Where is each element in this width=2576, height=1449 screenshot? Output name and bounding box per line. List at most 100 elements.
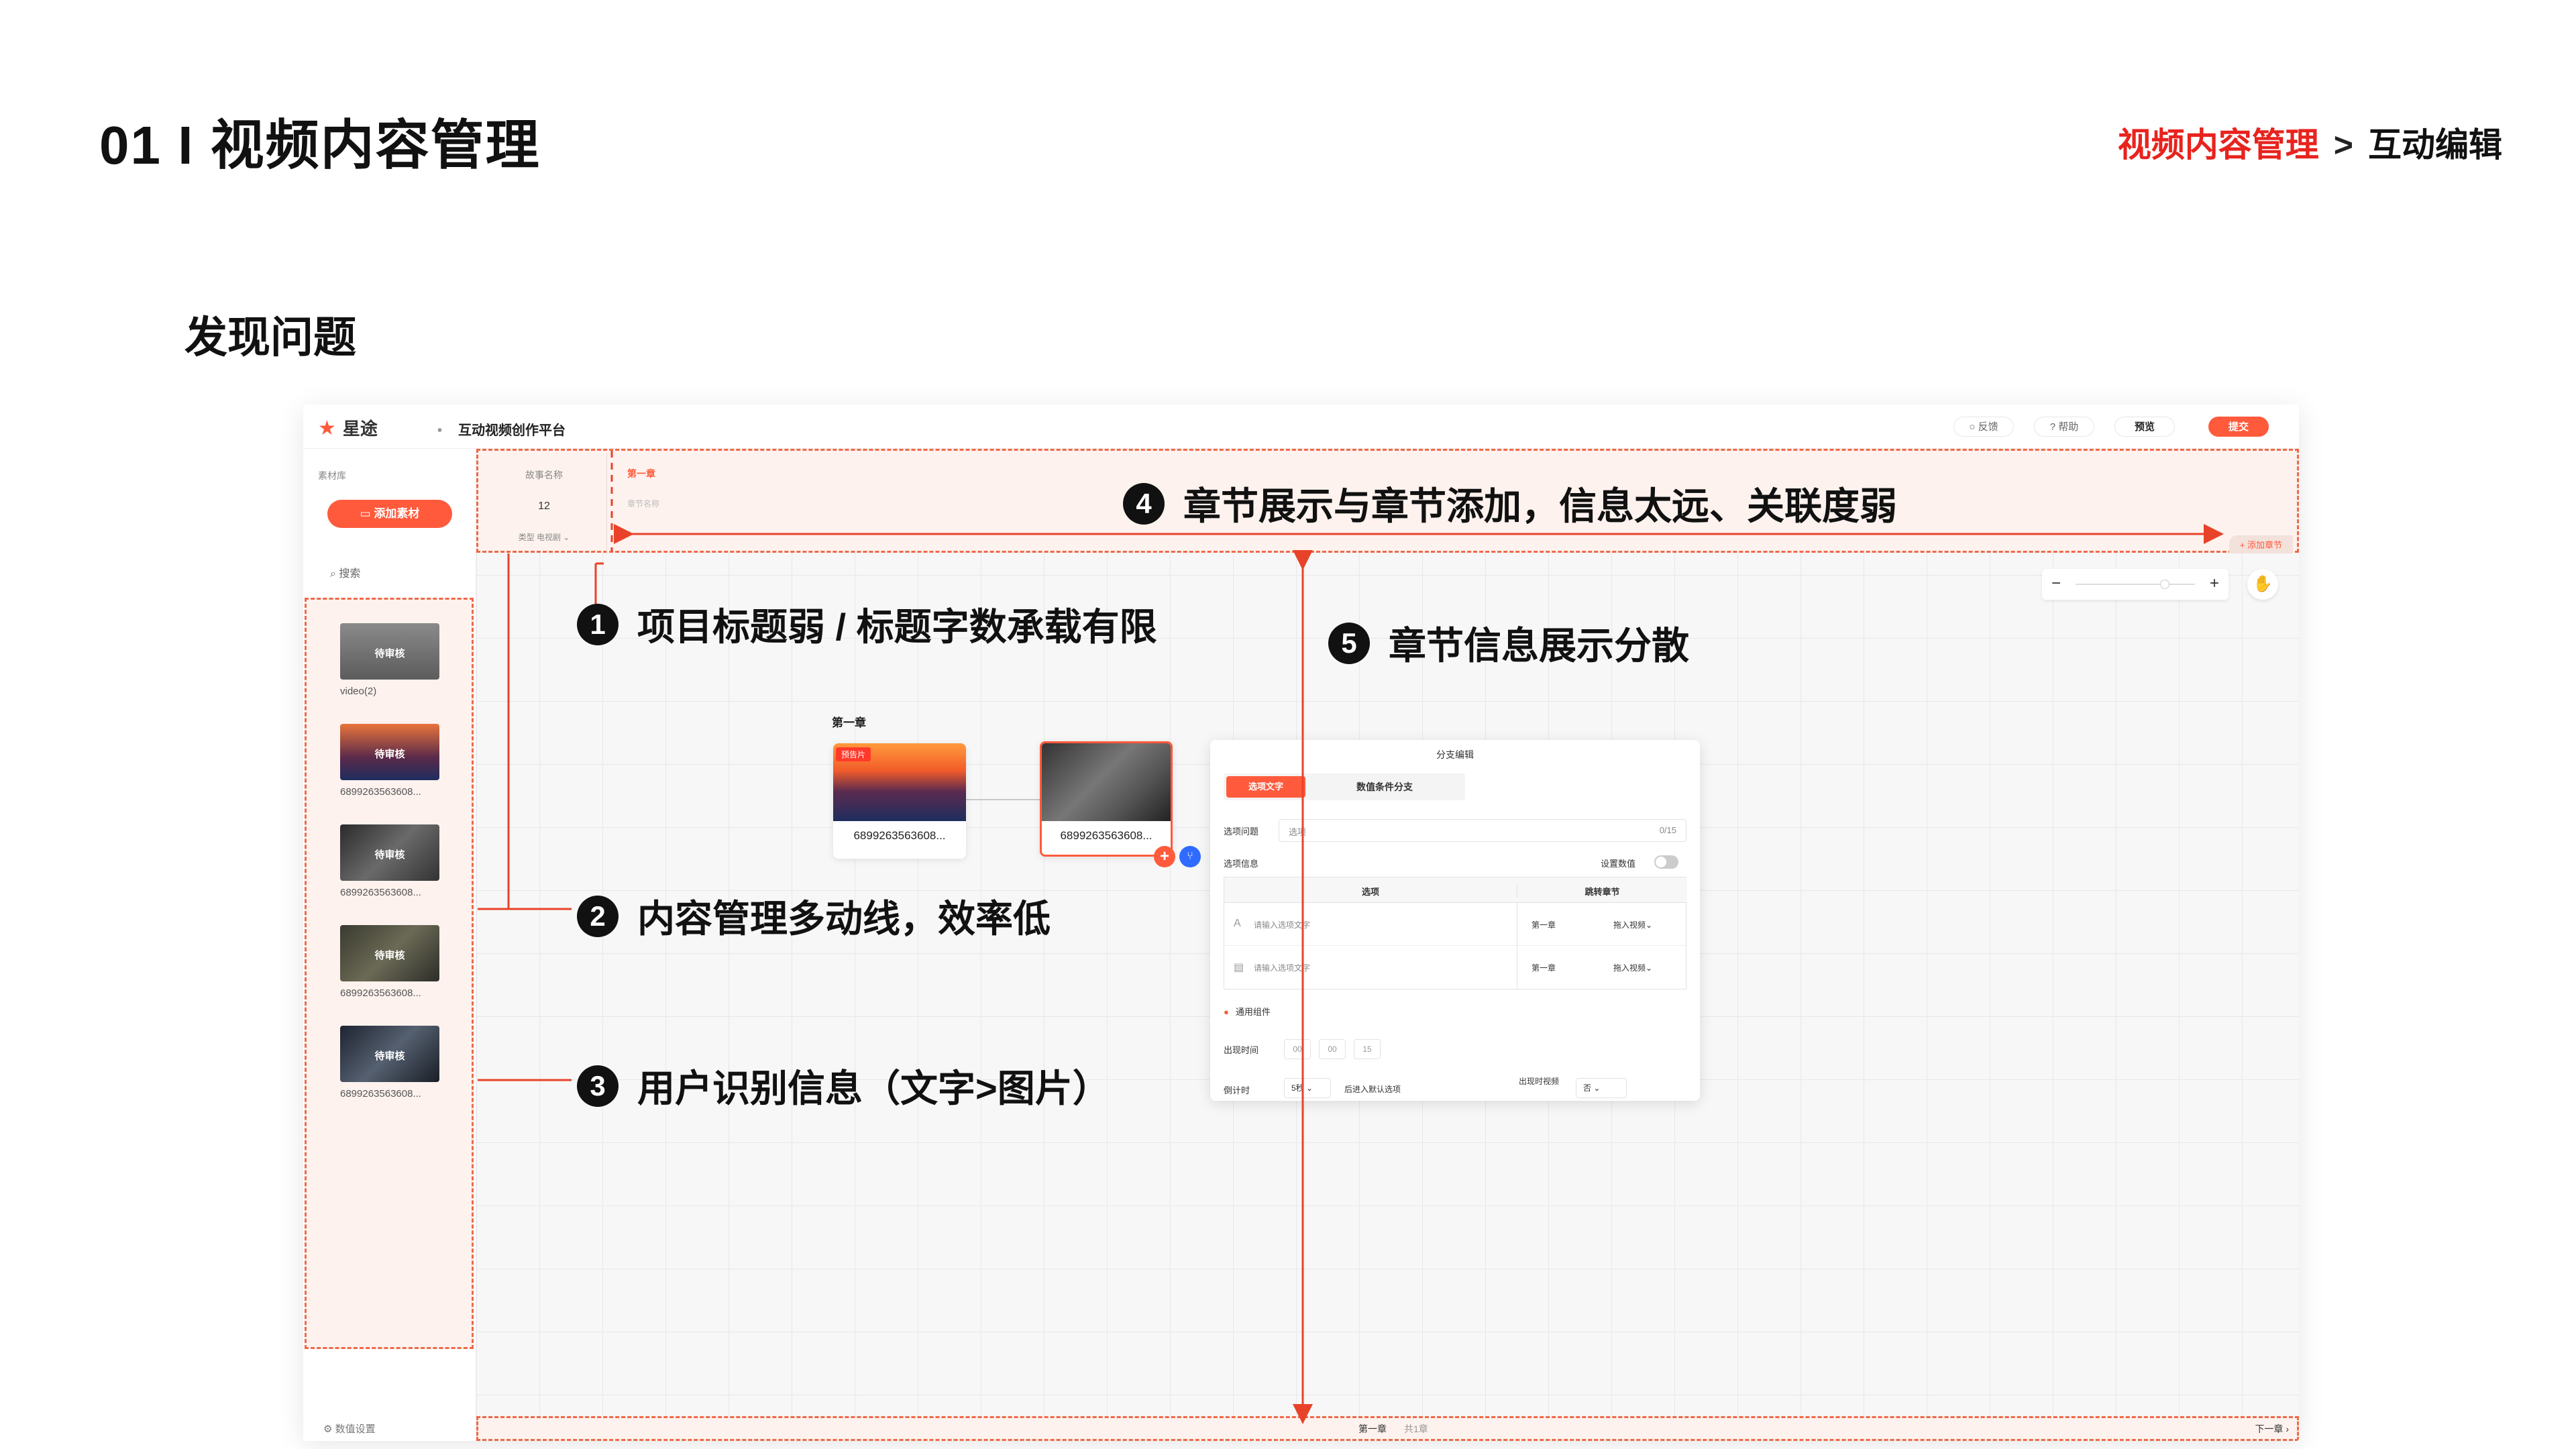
add-material-button[interactable]: ▭ 添加素材 (327, 500, 452, 528)
time-minute-input[interactable]: 00 (1319, 1039, 1346, 1059)
story-type-select[interactable]: 类型 电视剧 ⌄ (481, 531, 607, 543)
star-logo-icon: ★ (318, 417, 336, 439)
option-text-input[interactable]: 请输入选项文字 (1254, 919, 1310, 930)
video-thumbnail (1042, 743, 1171, 821)
current-chapter[interactable]: 第一章 (1358, 1422, 1387, 1436)
appear-video-select[interactable]: 否 ⌄ (1576, 1078, 1627, 1098)
option-table-header: 选项 跳转章节 (1224, 877, 1687, 903)
callout-3: 3 用户识别信息（文字>图片） (577, 1059, 1110, 1113)
add-node-icon[interactable]: + (1154, 846, 1175, 867)
platform-label: 互动视频创作平台 (458, 423, 566, 438)
story-name-label: 故事名称 (525, 470, 563, 480)
callout-text: 用户识别信息（文字>图片） (637, 1067, 1110, 1110)
branch-tabs: 选项文字 数值条件分支 (1224, 773, 1465, 800)
video-node-caption: 6899263563608... (1060, 829, 1152, 842)
jump-chapter-select[interactable]: 第一章 (1532, 962, 1556, 973)
platform-name: • 互动视频创作平台 (437, 419, 566, 439)
preview-button[interactable]: 预览 (2114, 417, 2175, 437)
status-badge: 待审核 (374, 648, 405, 659)
option-text-input[interactable]: 请输入选项文字 (1254, 962, 1310, 973)
search-icon: ⌕ (330, 568, 339, 580)
appear-time-label: 出现时间 (1224, 1045, 1259, 1055)
question-placeholder: 选项 (1289, 827, 1307, 837)
video-node[interactable]: 预告片 6899263563608... (833, 743, 966, 859)
status-badge: 待审核 (374, 849, 405, 861)
callout-4: 4 章节展示与章节添加，信息太远、关联度弱 (1123, 476, 1897, 531)
gear-icon: ⚙ (323, 1424, 335, 1435)
zoom-in-icon[interactable]: + (2210, 574, 2219, 593)
video-node-selected[interactable]: 6899263563608... (1040, 741, 1173, 857)
callout-1: 1 项目标题弱 / 标题字数承载有限 (577, 597, 1157, 651)
countdown-select[interactable]: 5秒 ⌄ (1284, 1078, 1331, 1098)
search-placeholder: 搜索 (339, 568, 361, 580)
chapter-total: 共1章 (1404, 1424, 1428, 1434)
callout-5: 5 章节信息展示分散 (1328, 616, 1689, 670)
material-thumb[interactable]: 待审核 (340, 724, 439, 780)
time-hour-input[interactable]: 00 (1284, 1039, 1311, 1059)
branch-title: 分支编辑 (1436, 749, 1474, 760)
table-row: ▤ 请输入选项文字 第一章 拖入视频⌄ (1224, 946, 1687, 989)
feedback-button[interactable]: ○ 反馈 (1953, 417, 2014, 437)
jump-chapter-select[interactable]: 第一章 (1532, 919, 1556, 930)
data-settings-button[interactable]: ⚙ 数值设置 (323, 1421, 376, 1436)
add-material-label: 添加素材 (374, 507, 420, 520)
status-badge: 待审核 (374, 749, 405, 760)
question-input[interactable]: 选项 0/15 (1279, 819, 1686, 842)
zoom-out-icon[interactable]: − (2051, 574, 2061, 593)
section-title: 发现问题 (184, 313, 356, 362)
default-option-label: 后进入默认选项 (1344, 1085, 1401, 1094)
submit-button[interactable]: 提交 (2208, 417, 2269, 437)
material-thumb[interactable]: 待审核 (340, 925, 439, 981)
zoom-control[interactable]: − + (2042, 569, 2229, 600)
feedback-label: 反馈 (1978, 421, 1998, 433)
status-badge: 待审核 (374, 950, 405, 961)
callout-number: 5 (1328, 622, 1370, 664)
top-bar: ★ 星途 • 互动视频创作平台 ○ 反馈 ? 帮助 预览 提交 (303, 405, 2299, 449)
help-button[interactable]: ? 帮助 (2034, 417, 2094, 437)
material-caption: 6899263563608... (340, 887, 421, 898)
material-thumb[interactable]: 待审核 (340, 1026, 439, 1082)
breadcrumb-next: 互动编辑 (2368, 126, 2502, 164)
canvas-chapter-label: 第一章 (832, 716, 866, 729)
question-char-count: 0/15 (1659, 825, 1676, 835)
appear-video-label: 出现时视频 (1519, 1077, 1560, 1086)
chapter-name-input[interactable]: 章节名称 (627, 498, 659, 509)
search-input[interactable]: ⌕ 搜索 (330, 564, 360, 580)
material-thumb[interactable]: 待审核 (340, 824, 439, 881)
branch-edit-panel: 分支编辑 选项文字 数值条件分支 选项问题 选项 0/15 选项信息 设置数值 … (1210, 740, 1700, 1101)
tab-option-text[interactable]: 选项文字 (1226, 776, 1305, 798)
video-node-caption: 6899263563608... (853, 829, 946, 842)
generic-component-label: 通用组件 (1235, 1007, 1271, 1017)
material-list: 待审核 video(2) 待审核 6899263563608... 待审核 68… (305, 598, 474, 1349)
slide-title: 01 I 视频内容管理 (99, 115, 541, 175)
zoom-track[interactable] (2076, 584, 2195, 585)
material-thumb[interactable]: 待审核 (340, 623, 439, 680)
breadcrumb: 视频内容管理 > 互动编辑 (2118, 118, 2502, 166)
set-value-toggle[interactable] (1654, 855, 1678, 869)
callout-text: 内容管理多动线，效率低 (637, 898, 1051, 940)
col-jump-chapter: 跳转章节 (1517, 885, 1687, 898)
breadcrumb-current: 视频内容管理 (2117, 126, 2319, 164)
data-settings-label: 数值设置 (335, 1424, 376, 1435)
text-option-icon: A (1234, 918, 1241, 929)
tab-value-condition[interactable]: 数值条件分支 (1324, 776, 1445, 798)
logo[interactable]: ★ 星途 (318, 415, 378, 440)
status-badge: 待审核 (374, 1051, 405, 1062)
countdown-label: 倒计时 (1224, 1085, 1250, 1095)
chapter-tab[interactable]: 第一章 (627, 467, 655, 480)
callout-text: 项目标题弱 / 标题字数承载有限 (637, 606, 1157, 648)
drop-video-select[interactable]: 拖入视频⌄ (1613, 919, 1652, 930)
add-chapter-button[interactable]: + 添加章节 (2229, 535, 2293, 553)
hand-tool-icon[interactable]: ✋ (2247, 569, 2278, 600)
time-second-input[interactable]: 15 (1354, 1039, 1381, 1059)
drop-video-select[interactable]: 拖入视频⌄ (1613, 962, 1652, 973)
branch-icon[interactable]: ⑂ (1179, 846, 1201, 867)
chapter-bottom-bar: 第一章 共1章 下一章 › (476, 1416, 2299, 1441)
callout-number: 4 (1123, 482, 1165, 525)
col-option: 选项 (1361, 887, 1379, 897)
breadcrumb-separator: > (2333, 126, 2353, 164)
zoom-knob[interactable] (2160, 580, 2169, 589)
next-chapter-button[interactable]: 下一章 › (2255, 1422, 2289, 1436)
help-label: 帮助 (2058, 421, 2079, 433)
story-count: 12 (538, 500, 550, 512)
